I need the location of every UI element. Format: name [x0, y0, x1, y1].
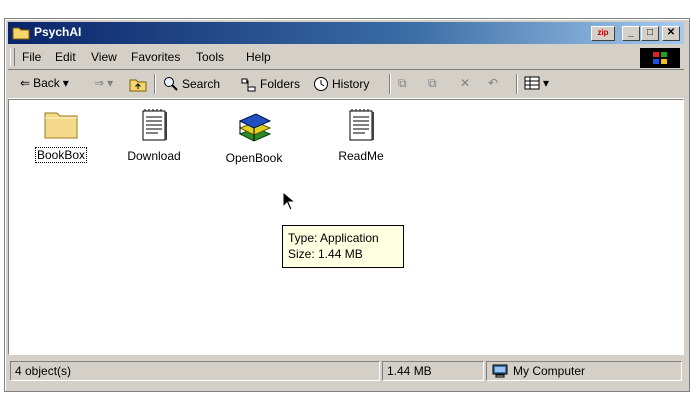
menu-grip[interactable] [10, 48, 15, 66]
file-item-openbook[interactable]: OpenBook [214, 108, 294, 165]
file-label: BookBox [34, 147, 88, 163]
books-icon [238, 113, 272, 142]
toolbar-separator [516, 74, 518, 94]
title-bar[interactable]: PsychAI zip _ □ ✕ [8, 22, 684, 44]
up-folder-button[interactable] [129, 76, 147, 92]
status-location: My Computer [486, 361, 682, 381]
history-button[interactable]: History [313, 76, 369, 92]
chevron-down-icon[interactable]: ▾ [543, 76, 549, 90]
menu-help[interactable]: Help [246, 50, 271, 64]
menu-bar: File Edit View Favorites Tools Help [8, 46, 684, 68]
toolbar: ⇐ Back ▾ ⇒ ▾ Search Folders History ⧉ ⧉ … [8, 69, 684, 99]
up-folder-icon [129, 79, 147, 92]
file-item-readme[interactable]: ReadMe [321, 108, 401, 163]
move-to-icon: ⧉ [398, 76, 407, 90]
status-bar: 4 object(s) 1.44 MB My Computer [8, 359, 684, 383]
back-label: Back [33, 76, 60, 90]
folders-label: Folders [260, 77, 301, 91]
back-button[interactable]: ⇐ Back ▾ [20, 76, 69, 90]
folders-button[interactable]: Folders [241, 76, 300, 92]
menu-view[interactable]: View [91, 50, 117, 64]
toolbar-separator [154, 74, 156, 94]
windows-logo-icon [640, 48, 680, 68]
forward-arrow-icon: ⇒ [94, 76, 105, 90]
file-label: ReadMe [338, 149, 384, 163]
back-arrow-icon: ⇐ [20, 76, 31, 90]
tooltip-size: Size: 1.44 MB [288, 247, 363, 261]
maximize-button[interactable]: □ [641, 26, 659, 41]
views-icon [524, 76, 540, 90]
notepad-icon [142, 109, 167, 141]
menu-edit[interactable]: Edit [55, 50, 76, 64]
file-item-download[interactable]: Download [114, 108, 194, 163]
window-title: PsychAI [34, 25, 82, 39]
file-item-bookbox[interactable]: BookBox [21, 108, 101, 163]
search-button[interactable]: Search [163, 76, 220, 92]
folders-icon [241, 78, 256, 92]
my-computer-icon [492, 364, 508, 378]
file-label: Download [127, 149, 181, 163]
chevron-down-icon[interactable]: ▾ [63, 76, 69, 90]
copy-to-icon: ⧉ [428, 76, 437, 90]
delete-button[interactable]: ✕ [460, 76, 470, 90]
status-object-count: 4 object(s) [10, 361, 380, 381]
mouse-pointer-icon [282, 191, 296, 211]
views-button[interactable]: ▾ [524, 76, 549, 90]
folder-icon [44, 112, 78, 139]
zip-icon[interactable]: zip [591, 26, 615, 41]
status-size: 1.44 MB [382, 361, 484, 381]
tooltip-type: Type: Application [288, 231, 379, 245]
explorer-window: PsychAI zip _ □ ✕ File Edit View Favorit… [4, 18, 690, 392]
file-tooltip: Type: Application Size: 1.44 MB [282, 225, 404, 268]
delete-icon: ✕ [460, 76, 471, 90]
chevron-down-icon[interactable]: ▾ [107, 76, 113, 90]
folder-icon [12, 27, 30, 40]
move-to-button[interactable]: ⧉ [398, 76, 407, 91]
history-label: History [332, 77, 370, 91]
history-icon [314, 77, 328, 91]
forward-button[interactable]: ⇒ ▾ [94, 76, 113, 90]
menu-favorites[interactable]: Favorites [131, 50, 180, 64]
status-location-label: My Computer [513, 364, 586, 378]
search-icon [164, 77, 178, 91]
file-label: OpenBook [225, 151, 283, 165]
notepad-icon [349, 109, 374, 141]
undo-button[interactable]: ↶ [488, 76, 498, 90]
search-label: Search [182, 77, 221, 91]
toolbar-separator [389, 74, 391, 94]
minimize-button[interactable]: _ [622, 26, 640, 41]
undo-icon: ↶ [488, 76, 499, 90]
menu-file[interactable]: File [22, 50, 41, 64]
copy-to-button[interactable]: ⧉ [428, 76, 437, 91]
menu-tools[interactable]: Tools [196, 50, 224, 64]
close-button[interactable]: ✕ [662, 26, 680, 41]
